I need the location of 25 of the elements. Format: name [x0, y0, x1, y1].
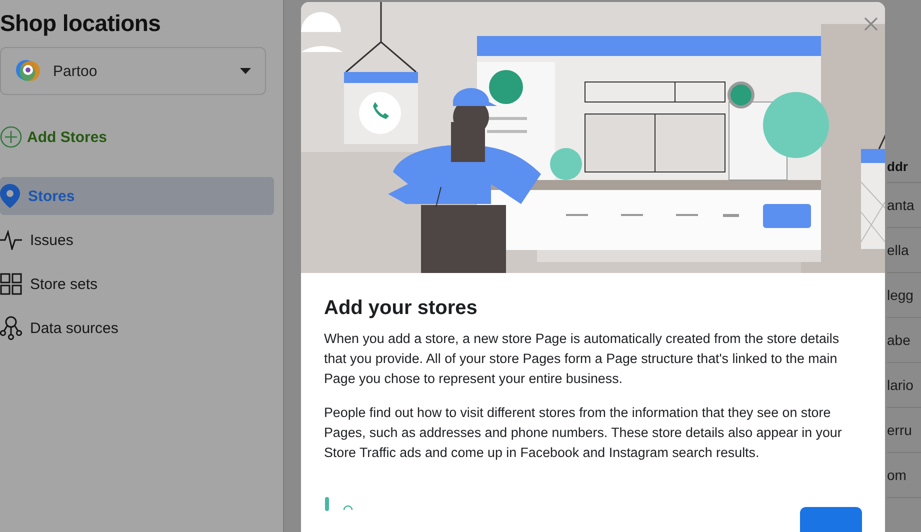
- partial-icon: [324, 497, 354, 511]
- grid-icon: [0, 273, 22, 295]
- table-cell: lario: [887, 363, 921, 408]
- account-dropdown[interactable]: Partoo: [0, 47, 266, 95]
- column-header: ddr: [887, 150, 921, 183]
- pulse-icon: [0, 230, 22, 250]
- account-logo-icon: [15, 58, 41, 84]
- dialog-title: Add your stores: [324, 297, 478, 320]
- plus-circle-icon: [0, 126, 22, 148]
- table-cell: om: [887, 453, 921, 498]
- sidebar-item[interactable]: Store sets: [0, 265, 274, 303]
- caret-icon: [240, 68, 251, 74]
- page-title: Shop locations: [0, 9, 162, 38]
- location-pin-icon: [0, 184, 20, 208]
- sidebar-item[interactable]: Issues: [0, 221, 274, 259]
- nodes-icon: [0, 316, 22, 340]
- table-cell: abe: [887, 318, 921, 363]
- table-cell: legg: [887, 273, 921, 318]
- table-cell: anta: [887, 183, 921, 228]
- dialog-paragraph: People find out how to visit different stores from the information that they see on store Pages, such as addresses and phone numbers. These store details also appear in your Store Traffic ads and come up in Facebook and Instagram search results.: [324, 404, 843, 462]
- dialog-paragraph: When you add a store, a new store Page is automatically created from the store details that you provide. All of your store Pages form a Page structure that's linked to the main Page you chose to represent your entire business.: [324, 330, 840, 388]
- table-cell: ella: [887, 228, 921, 273]
- close-icon: [864, 17, 878, 31]
- sidebar-item[interactable]: Data sources: [0, 309, 274, 347]
- table-cell: erru: [887, 408, 921, 453]
